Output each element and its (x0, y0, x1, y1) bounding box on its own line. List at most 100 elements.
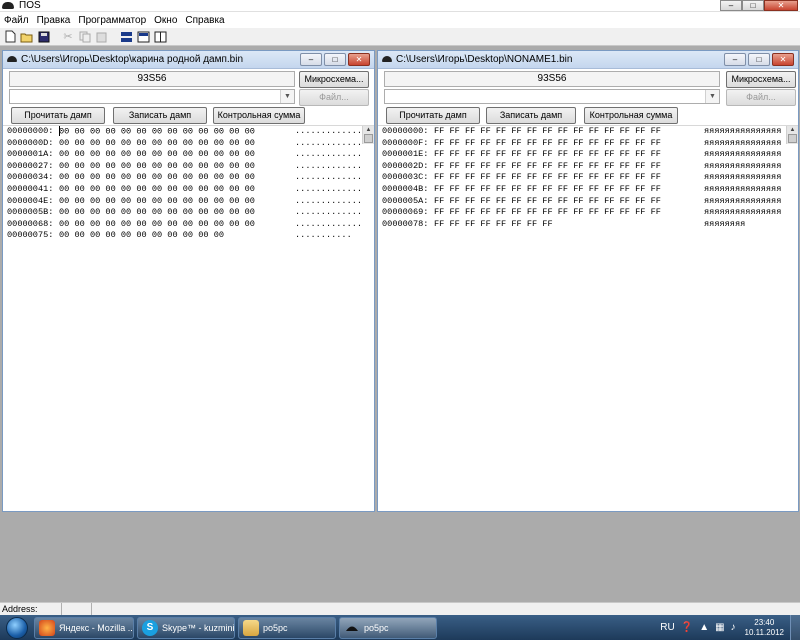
hex-bytes[interactable]: 00 00 00 00 00 00 00 00 00 00 00 00 00 (59, 184, 295, 196)
scroll-thumb[interactable] (788, 134, 797, 143)
checksum-button[interactable]: Контрольная сумма (213, 107, 305, 124)
taskbar-item-firefox[interactable]: Яндекс - Mozilla ... (34, 616, 134, 639)
scroll-up-icon[interactable]: ▲ (787, 126, 798, 134)
maximize-button[interactable]: □ (742, 0, 764, 11)
copy-icon[interactable] (77, 29, 93, 44)
hex-bytes[interactable]: 00 00 00 00 00 00 00 00 00 00 00 00 00 (59, 161, 295, 173)
chip-select-button[interactable]: Микросхема... (299, 71, 369, 88)
hex-bytes[interactable]: 00 00 00 00 00 00 00 00 00 00 00 00 00 (59, 126, 295, 138)
tray-expand-icon[interactable]: ▲ (699, 622, 709, 633)
help-icon[interactable]: ❓ (681, 622, 693, 633)
hex-bytes[interactable]: FF FF FF FF FF FF FF FF FF FF FF FF FF F… (434, 138, 704, 150)
volume-icon[interactable]: ♪ (731, 622, 736, 633)
minimize-button[interactable]: – (300, 53, 322, 66)
read-dump-button[interactable]: Прочитать дамп (386, 107, 480, 124)
hex-bytes[interactable]: FF FF FF FF FF FF FF FF (434, 219, 704, 231)
menu-file[interactable]: Файл (2, 15, 35, 26)
hex-bytes[interactable]: 00 00 00 00 00 00 00 00 00 00 00 00 00 (59, 149, 295, 161)
file-combo[interactable]: ▼ (9, 89, 295, 104)
hex-address: 0000001E: (382, 149, 429, 160)
read-chip-icon[interactable] (118, 29, 134, 44)
left-hex-view[interactable]: ▲ 00000000: 00 00 00 00 00 00 00 00 00 00… (3, 125, 374, 511)
menu-help[interactable]: Справка (183, 15, 230, 26)
hex-bytes[interactable]: 00 00 00 00 00 00 00 00 00 00 00 (59, 230, 295, 242)
taskbar-item-skype[interactable]: S Skype™ - kuzmini... (137, 616, 235, 639)
menu-edit[interactable]: Правка (35, 15, 77, 26)
hex-row: 0000001E: FF FF FF FF FF FF FF FF FF FF F… (378, 149, 798, 161)
hex-row: 0000004E: 00 00 00 00 00 00 00 00 00 00 0… (3, 196, 374, 208)
status-field (62, 603, 92, 615)
checksum-button[interactable]: Контрольная сумма (584, 107, 678, 124)
maximize-button[interactable]: □ (748, 53, 770, 66)
minimize-button[interactable]: – (720, 0, 742, 11)
write-chip-icon[interactable] (135, 29, 151, 44)
paste-icon[interactable] (94, 29, 110, 44)
hex-address: 00000000: (382, 126, 429, 136)
write-dump-button[interactable]: Записать дамп (486, 107, 576, 124)
open-folder-icon[interactable] (19, 29, 35, 44)
left-window-titlebar[interactable]: C:\Users\Игорь\Desktop\карина родной дам… (3, 51, 374, 69)
save-icon[interactable] (36, 29, 52, 44)
skype-icon: S (142, 619, 158, 636)
maximize-button[interactable]: □ (324, 53, 346, 66)
hex-address: 00000075: (7, 230, 54, 241)
taskbar-item-folder[interactable]: po5pc (238, 616, 336, 639)
hex-bytes[interactable]: 00 00 00 00 00 00 00 00 00 00 00 00 00 (59, 172, 295, 184)
hex-address: 0000004E: (7, 195, 54, 206)
hex-row: 00000000: 00 00 00 00 00 00 00 00 00 00 0… (3, 126, 374, 138)
right-hex-view[interactable]: ▲ 00000000: FF FF FF FF FF FF FF FF FF FF… (378, 125, 798, 511)
hex-bytes[interactable]: FF FF FF FF FF FF FF FF FF FF FF FF FF F… (434, 161, 704, 173)
taskbar-item-po5pc[interactable]: po5pc (339, 616, 437, 639)
hex-bytes[interactable]: FF FF FF FF FF FF FF FF FF FF FF FF FF F… (434, 126, 704, 138)
task-label: Яндекс - Mozilla ... (59, 622, 134, 633)
hex-bytes[interactable]: 00 00 00 00 00 00 00 00 00 00 00 00 00 (59, 219, 295, 231)
taskbar: Яндекс - Mozilla ... S Skype™ - kuzmini.… (0, 615, 800, 640)
hex-bytes[interactable]: FF FF FF FF FF FF FF FF FF FF FF FF FF F… (434, 184, 704, 196)
chip-name-field: 93S56 (384, 71, 720, 87)
hex-bytes[interactable]: FF FF FF FF FF FF FF FF FF FF FF FF FF F… (434, 196, 704, 208)
right-scrollbar[interactable]: ▲ (786, 126, 798, 144)
hex-ascii: ........... (295, 230, 352, 241)
menu-window[interactable]: Окно (152, 15, 183, 26)
start-button[interactable] (0, 615, 34, 640)
hex-ascii: ............. (295, 195, 363, 206)
file-combo[interactable]: ▼ (384, 89, 720, 104)
chip-select-button[interactable]: Микросхема... (726, 71, 796, 88)
right-window-titlebar[interactable]: C:\Users\Игорь\Desktop\NONAME1.bin – □ ✕ (378, 51, 798, 69)
hex-bytes[interactable]: 00 00 00 00 00 00 00 00 00 00 00 00 00 (59, 196, 295, 208)
system-tray: RU ❓ ▲ ▦ ♪ 23:40 10.11.2012 (657, 615, 800, 640)
right-dump-window: C:\Users\Игорь\Desktop\NONAME1.bin – □ ✕… (377, 50, 799, 512)
scroll-thumb[interactable] (364, 134, 373, 143)
cut-icon[interactable]: ✂ (60, 29, 76, 44)
file-button[interactable]: Файл... (726, 89, 796, 106)
file-button[interactable]: Файл... (299, 89, 369, 106)
close-button[interactable]: ✕ (764, 0, 798, 11)
write-dump-button[interactable]: Записать дамп (113, 107, 207, 124)
close-button[interactable]: ✕ (772, 53, 794, 66)
hex-address: 0000005A: (382, 195, 429, 206)
hex-bytes[interactable]: FF FF FF FF FF FF FF FF FF FF FF FF FF F… (434, 172, 704, 184)
language-indicator[interactable]: RU (660, 622, 674, 633)
mdi-area: C:\Users\Игорь\Desktop\карина родной дам… (0, 46, 800, 602)
read-dump-button[interactable]: Прочитать дамп (11, 107, 105, 124)
hex-bytes[interactable]: FF FF FF FF FF FF FF FF FF FF FF FF FF F… (434, 207, 704, 219)
minimize-button[interactable]: – (724, 53, 746, 66)
network-icon[interactable]: ▦ (715, 622, 724, 633)
hex-ascii: ............. (295, 160, 363, 171)
firefox-icon (39, 619, 55, 636)
chevron-down-icon[interactable]: ▼ (705, 90, 719, 103)
new-file-icon[interactable] (2, 29, 18, 44)
hex-address: 00000078: (382, 218, 429, 229)
chevron-down-icon[interactable]: ▼ (280, 90, 294, 103)
window-layout-icon[interactable] (152, 29, 168, 44)
close-button[interactable]: ✕ (348, 53, 370, 66)
menu-programmer[interactable]: Программатор (76, 15, 152, 26)
hex-bytes[interactable]: FF FF FF FF FF FF FF FF FF FF FF FF FF F… (434, 149, 704, 161)
show-desktop-button[interactable] (790, 615, 800, 640)
hex-bytes[interactable]: 00 00 00 00 00 00 00 00 00 00 00 00 00 (59, 207, 295, 219)
scroll-up-icon[interactable]: ▲ (363, 126, 374, 134)
left-scrollbar[interactable]: ▲ (362, 126, 374, 144)
hex-bytes[interactable]: 00 00 00 00 00 00 00 00 00 00 00 00 00 (59, 138, 295, 150)
clock-time: 23:40 (754, 617, 775, 627)
clock[interactable]: 23:40 10.11.2012 (745, 618, 784, 638)
